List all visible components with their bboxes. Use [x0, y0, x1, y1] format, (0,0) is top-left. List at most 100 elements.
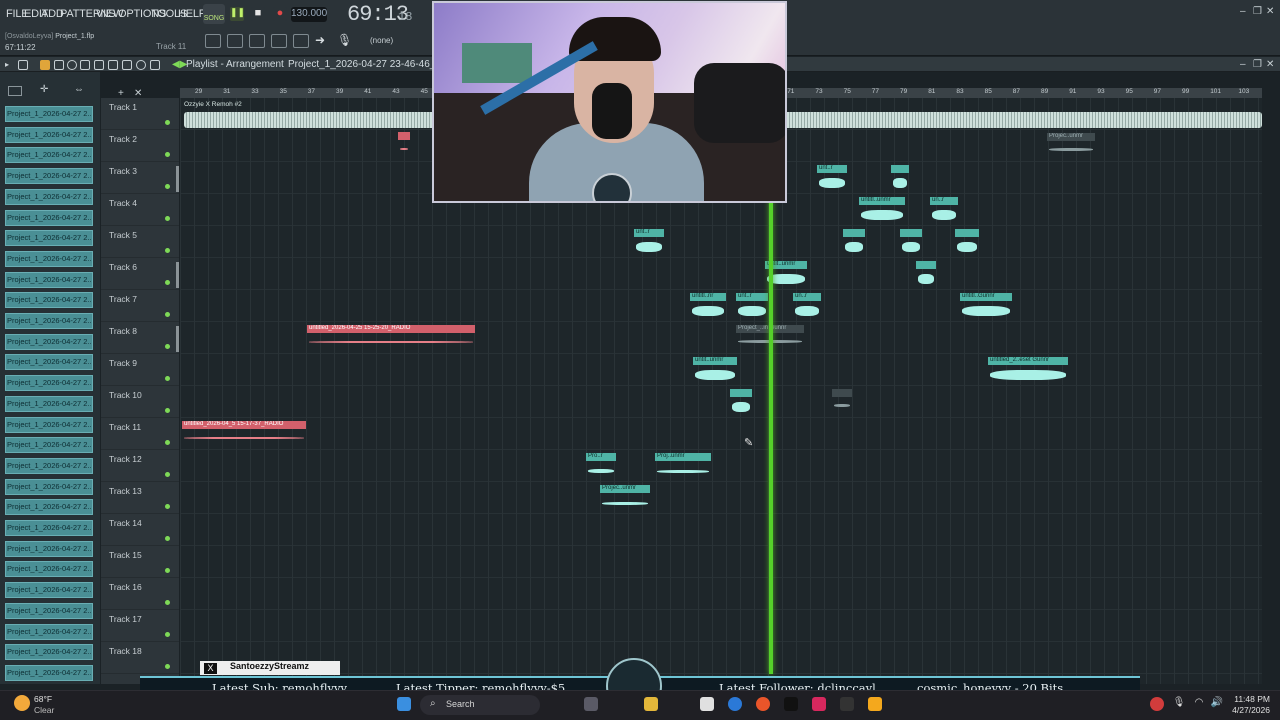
browser-menu-icon[interactable] [8, 86, 22, 96]
track-mute-led[interactable] [165, 152, 170, 157]
audio-clip[interactable]: un..r [793, 293, 821, 323]
track-header[interactable]: Track 18 [101, 642, 179, 674]
audio-clip[interactable]: unt..r [817, 165, 847, 195]
audio-clip[interactable] [832, 389, 852, 419]
browser-item[interactable]: Project_1_2026-04-27 2... [5, 437, 93, 454]
track-mute-led[interactable] [165, 472, 170, 477]
browser-item[interactable]: Project_1_2026-04-27 2... [5, 478, 93, 495]
browser-item[interactable]: Project_1_2026-04-27 2... [5, 209, 93, 226]
track-mute-led[interactable] [165, 440, 170, 445]
track-header[interactable]: Track 4 [101, 194, 179, 226]
app-icon[interactable] [840, 697, 854, 711]
browser-item[interactable]: Project_1_2026-04-27 2... [5, 540, 93, 557]
audio-clip[interactable] [955, 229, 979, 259]
song-mode-toggle[interactable]: SONG [203, 4, 225, 24]
browser-item[interactable]: Project_1_2026-04-27 2... [5, 188, 93, 205]
browser-arrows-icon[interactable]: ✛ [40, 84, 48, 95]
browser-item[interactable]: Project_1_2026-04-27 2... [5, 106, 93, 122]
clock-date[interactable]: 4/27/2026 [1220, 705, 1270, 715]
track-mute-led[interactable] [165, 504, 170, 509]
playlist-icon[interactable] [227, 34, 243, 48]
track-header[interactable]: Track 10 [101, 386, 179, 418]
track-header[interactable]: Track 7 [101, 290, 179, 322]
track-mute-led[interactable] [165, 664, 170, 669]
delete-icon[interactable] [67, 60, 77, 70]
browser-item[interactable]: Project_1_2026-04-27 2... [5, 602, 93, 619]
taskbar-search[interactable]: Search [420, 695, 540, 715]
track-mute-led[interactable] [165, 536, 170, 541]
track-header[interactable]: Track 6 [101, 258, 179, 290]
track-mute-led[interactable] [165, 120, 170, 125]
tempo-display[interactable]: 130.000 [291, 7, 327, 22]
track-mute-led[interactable] [165, 184, 170, 189]
play-small-icon[interactable]: ▸ [5, 60, 15, 70]
audio-clip[interactable]: untitl..unmr [859, 197, 905, 227]
minimize-icon[interactable]: ‒ [1240, 7, 1250, 17]
track-header[interactable]: Track 16 [101, 578, 179, 610]
track-header[interactable]: Track 1 [101, 98, 179, 130]
audio-clip[interactable]: unt..r [634, 229, 664, 259]
audio-clip[interactable]: unt..r [736, 293, 768, 323]
track-mute-led[interactable] [165, 280, 170, 285]
track-header[interactable]: Track 8 [101, 322, 179, 354]
tiktok-icon[interactable] [784, 697, 798, 711]
record-icon[interactable]: ● [273, 7, 287, 21]
brush-icon[interactable] [54, 60, 64, 70]
browser-item[interactable]: Project_1_2026-04-27 2... [5, 333, 93, 350]
browser-item[interactable]: Project_1_2026-04-27 2... [5, 582, 93, 599]
track-header[interactable]: Track 14 [101, 514, 179, 546]
audio-clip[interactable]: Proj..unmr [655, 453, 711, 483]
browser-item[interactable]: Project_1_2026-04-27 2... [5, 457, 93, 474]
edge-icon[interactable] [728, 697, 742, 711]
pause-icon[interactable]: ❚❚ [230, 7, 245, 21]
track-header[interactable]: Track 9 [101, 354, 179, 386]
browser-item[interactable]: Project_1_2026-04-27 2... [5, 499, 93, 516]
track-mute-led[interactable] [165, 248, 170, 253]
audio-clip[interactable]: untit..unmr [693, 357, 737, 387]
mute-icon[interactable] [80, 60, 90, 70]
task-view-icon[interactable] [584, 697, 598, 711]
audio-clip[interactable]: untitled_2..eset Gunnr [988, 357, 1068, 387]
zoom-icon[interactable] [136, 60, 146, 70]
track-header[interactable]: Track 3 [101, 162, 179, 194]
audio-clip[interactable]: un..r [930, 197, 958, 227]
piano-roll-icon[interactable] [249, 34, 265, 48]
audio-clip[interactable] [916, 261, 936, 291]
pl-close-icon[interactable]: ✕ [1266, 60, 1276, 70]
browser-item[interactable]: Project_1_2026-04-27 2... [5, 168, 93, 185]
store-icon[interactable] [700, 697, 714, 711]
audio-clip[interactable]: Projec..unmr [600, 485, 650, 515]
audio-clip[interactable]: Pro..r [586, 453, 616, 483]
track-mute-led[interactable] [165, 216, 170, 221]
track-mute-led[interactable] [165, 408, 170, 413]
mixer-icon[interactable] [293, 34, 309, 48]
browser-item[interactable]: Project_1_2026-04-27 2... [5, 664, 93, 681]
audio-clip[interactable]: untitl..nr [690, 293, 726, 323]
browser-item[interactable]: Project_1_2026-04-27 2... [5, 313, 93, 329]
audio-clip[interactable] [843, 229, 865, 259]
snap-icon[interactable] [205, 34, 221, 48]
fl-studio-icon[interactable] [868, 697, 882, 711]
browser-item[interactable]: Project_1_2026-04-27 2... [5, 520, 93, 536]
pl-restore-icon[interactable]: ❐ [1253, 60, 1263, 70]
track-header[interactable]: Track 13 [101, 482, 179, 514]
stop-icon[interactable]: ■ [251, 7, 265, 21]
track-mute-led[interactable] [165, 568, 170, 573]
browser-item[interactable]: Project_1_2026-04-27 2... [5, 292, 93, 309]
tiktok-studio-icon[interactable] [812, 697, 826, 711]
slice-icon[interactable] [108, 60, 118, 70]
audio-clip[interactable]: Projec..unmr [1047, 133, 1095, 163]
channel-rack-icon[interactable] [271, 34, 287, 48]
browser-item[interactable]: Project_1_2026-04-27 2... [5, 416, 93, 433]
track-mute-led[interactable] [165, 600, 170, 605]
browser-item[interactable]: Project_1_2026-04-27 2... [5, 375, 93, 392]
pl-minimize-icon[interactable]: ‒ [1240, 60, 1250, 70]
file-explorer-icon[interactable] [644, 697, 658, 711]
browser-item[interactable]: Project_1_2026-04-27 2... [5, 561, 93, 578]
close-icon[interactable]: ✕ [1266, 7, 1276, 17]
browser-item[interactable]: Project_1_2026-04-27 2... [5, 147, 93, 164]
browser-item[interactable]: Project_1_2026-04-27 2... [5, 623, 93, 640]
browser-item[interactable]: Project_1_2026-04-27 2... [5, 644, 93, 661]
microphone-icon[interactable]: 🎙 [337, 34, 353, 48]
audio-clip[interactable] [398, 132, 410, 162]
